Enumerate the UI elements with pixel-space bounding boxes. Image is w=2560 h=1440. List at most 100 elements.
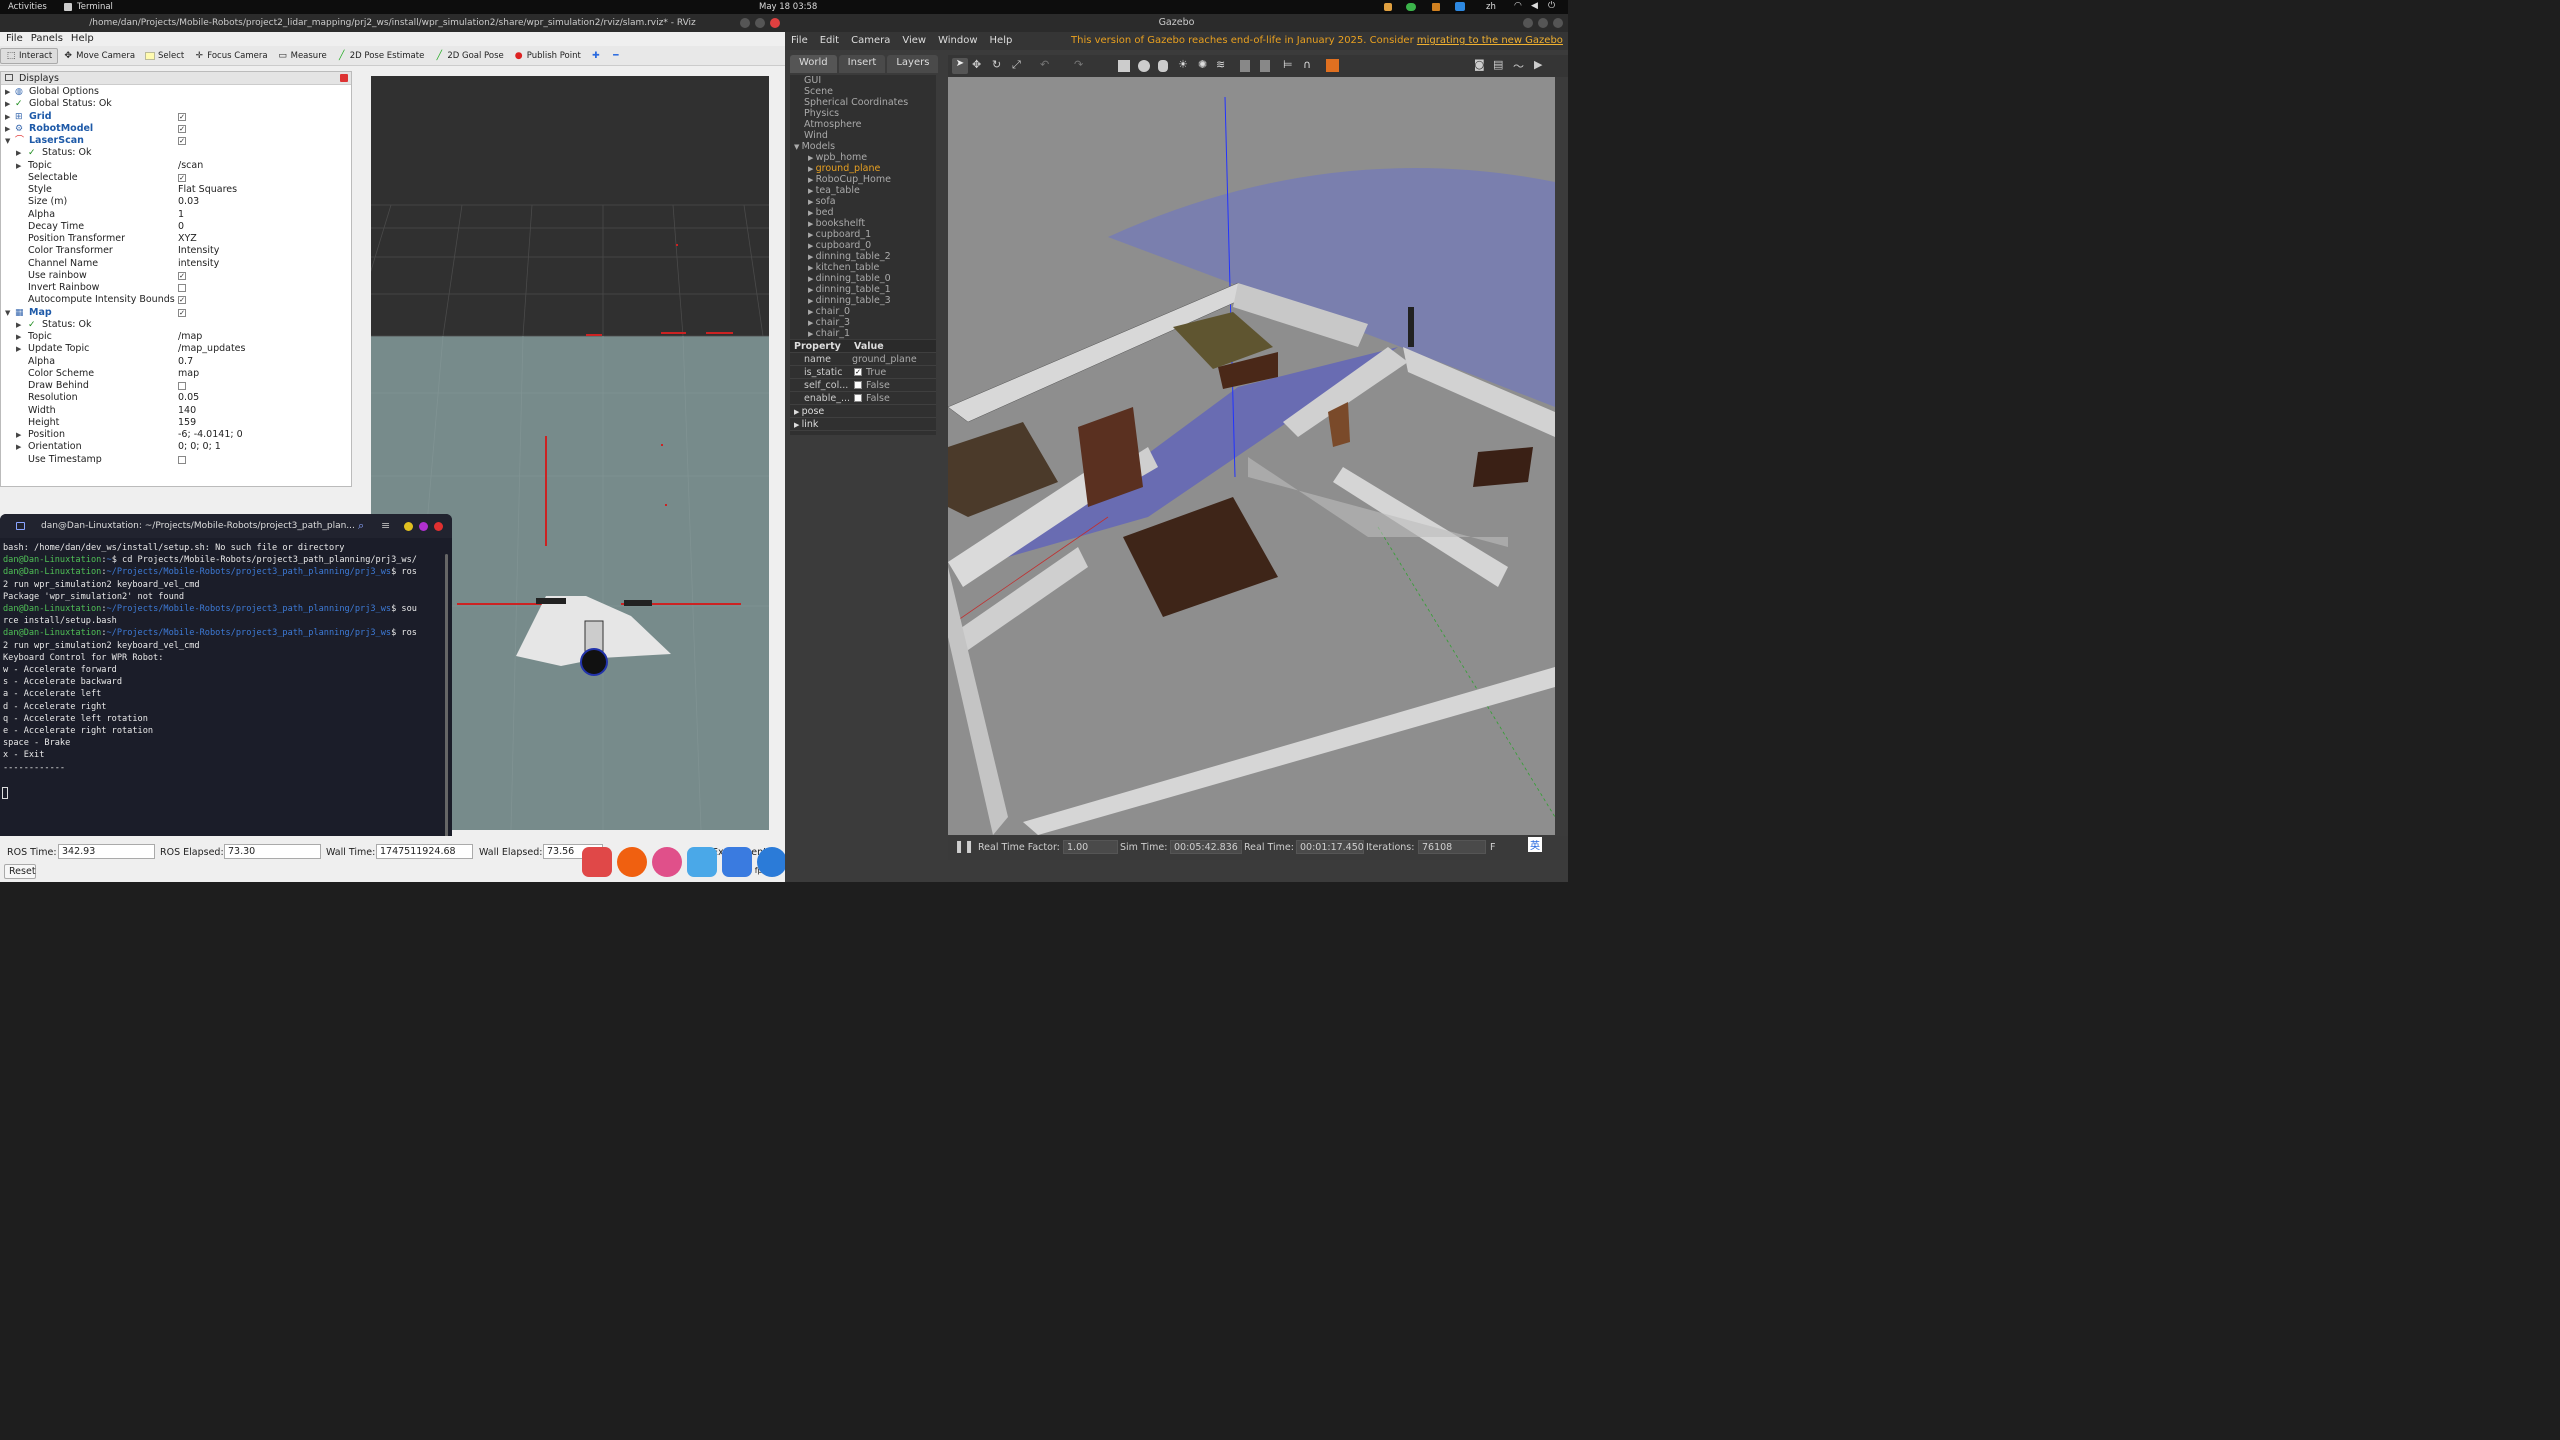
align-icon[interactable]: ⊨ [1283, 58, 1293, 71]
display-checkbox[interactable] [178, 455, 186, 464]
display-checkbox[interactable] [178, 284, 186, 292]
expand-arrow-icon[interactable]: ▶ [808, 297, 816, 305]
expand-arrow-icon[interactable]: ▶ [808, 231, 816, 239]
input-language[interactable]: zh [1486, 2, 1496, 12]
expand-arrow-icon[interactable]: ▶ [808, 198, 816, 206]
expand-arrow-icon[interactable]: ▶ [808, 264, 816, 272]
world-tree-item[interactable]: Atmosphere [790, 119, 936, 130]
new-tab-icon[interactable] [16, 522, 25, 530]
translate-mode-icon[interactable]: ✥ [972, 58, 981, 71]
display-row-value[interactable]: map [178, 368, 199, 380]
copy-icon[interactable] [1240, 60, 1250, 72]
cylinder-shape-icon[interactable] [1158, 60, 1168, 72]
property-checkbox[interactable] [854, 394, 862, 402]
app-icon-5[interactable] [722, 847, 752, 877]
property-row[interactable]: is_static ✓ True [790, 366, 936, 379]
display-row-value[interactable]: 0; 0; 0; 1 [178, 441, 221, 453]
vscode-app-icon[interactable] [757, 847, 787, 877]
menu-edit[interactable]: Edit [820, 32, 839, 50]
directional-light-icon[interactable]: ≋ [1216, 58, 1225, 71]
display-checkbox[interactable] [178, 382, 186, 390]
world-tree-item[interactable]: ▼ Models [790, 141, 936, 152]
tool-select[interactable]: Select [140, 48, 189, 64]
menu-panels[interactable]: Panels [31, 32, 63, 46]
calendar-app-icon[interactable] [582, 847, 612, 877]
select-mode-icon[interactable]: ➤ [952, 58, 968, 74]
expand-arrow-icon[interactable]: ▶ [808, 319, 816, 327]
tray-icon-4[interactable] [1455, 2, 1465, 11]
clock[interactable]: May 18 03:58 [759, 2, 817, 12]
expand-arrow-icon[interactable]: ▶ [808, 275, 816, 283]
expand-arrow-icon[interactable]: ▶ [5, 98, 10, 110]
world-tree-item[interactable]: Spherical Coordinates [790, 97, 936, 108]
box-shape-icon[interactable] [1118, 60, 1130, 72]
expand-arrow-icon[interactable]: ▶ [16, 343, 21, 355]
terminal-scrollbar[interactable] [445, 554, 448, 836]
app-icon-2[interactable] [617, 847, 647, 877]
expand-arrow-icon[interactable]: ▶ [16, 441, 21, 453]
expand-arrow-icon[interactable]: ▶ [808, 220, 816, 228]
display-row-value[interactable]: 0 [178, 221, 184, 233]
active-app-label[interactable]: Terminal [77, 2, 113, 12]
world-tree[interactable]: GUI Scene Spherical Coordinates Physics Atmo… [790, 75, 936, 339]
search-icon[interactable]: ⌕ [358, 514, 364, 538]
expand-arrow-icon[interactable]: ▶ [16, 147, 21, 159]
volume-icon[interactable]: ◀ [1531, 1, 1538, 11]
display-checkbox[interactable]: ✓ [178, 137, 186, 145]
world-tree-item[interactable]: GUI [790, 75, 936, 86]
rotate-mode-icon[interactable]: ↻ [992, 58, 1001, 71]
model-tree-item[interactable]: ▶ ground_plane [790, 163, 936, 174]
tool-focus-camera[interactable]: ✛ Focus Camera [189, 48, 272, 64]
expand-arrow-icon[interactable]: ▶ [16, 319, 21, 331]
expand-arrow-icon[interactable]: ▶ [16, 331, 21, 343]
tool-2d-pose-estimate[interactable]: ╱ 2D Pose Estimate [332, 48, 430, 64]
display-row-value[interactable]: /map_updates [178, 343, 245, 355]
undo-icon[interactable]: ↶ [1040, 58, 1049, 71]
tray-icon-1[interactable] [1384, 3, 1392, 11]
video-icon[interactable]: ▶ [1534, 58, 1542, 71]
property-row[interactable]: self_col... False [790, 379, 936, 392]
power-icon[interactable]: ⏻ [1548, 1, 1555, 11]
plot-icon[interactable]: 〜 [1513, 58, 1524, 74]
wall-time-field[interactable]: 1747511924.68 [376, 844, 473, 859]
display-row-value[interactable]: 0.05 [178, 392, 199, 404]
sphere-shape-icon[interactable] [1138, 60, 1150, 72]
expand-arrow-icon[interactable]: ▶ [5, 111, 10, 123]
activities-button[interactable]: Activities [8, 2, 47, 12]
expand-arrow-icon[interactable]: ▶ [794, 408, 802, 416]
property-row[interactable]: enable_... False [790, 392, 936, 405]
terminal-output[interactable]: bash: /home/dan/dev_ws/install/setup.sh:… [0, 538, 452, 778]
terminal-window[interactable]: dan@Dan-Linuxtation: ~/Projects/Mobile-R… [0, 514, 452, 836]
wechat-tray-icon[interactable] [1406, 3, 1416, 11]
tool-move-camera[interactable]: ✥ Move Camera [58, 48, 140, 64]
expand-arrow-icon[interactable]: ▶ [808, 154, 816, 162]
display-row-value[interactable]: /scan [178, 160, 203, 172]
display-checkbox[interactable]: ✓ [178, 308, 186, 317]
browser-app-icon[interactable] [652, 847, 682, 877]
model-tree-item[interactable]: ▶ dinning_table_1 [790, 284, 936, 295]
tab-world[interactable]: World [790, 55, 837, 73]
world-tree-item[interactable]: Physics [790, 108, 936, 119]
model-tree-item[interactable]: ▶ cupboard_0 [790, 240, 936, 251]
minimize-button[interactable] [404, 522, 413, 531]
menu-file[interactable]: File [791, 32, 808, 50]
menu-icon[interactable]: ≡ [381, 514, 390, 538]
display-row-value[interactable]: 1 [178, 209, 184, 221]
tool-measure[interactable]: ▭ Measure [273, 48, 332, 64]
scale-mode-icon[interactable]: ⤢ [1012, 58, 1021, 72]
display-checkbox[interactable]: ✓ [178, 124, 186, 133]
display-row-value[interactable]: 0.03 [178, 196, 199, 208]
model-tree-item[interactable]: ▶ RoboCup_Home [790, 174, 936, 185]
property-group[interactable]: ▶ pose [790, 405, 936, 418]
display-row-value[interactable]: Flat Squares [178, 184, 237, 196]
ros-time-field[interactable]: 342.93 [58, 844, 155, 859]
collapse-arrow-icon[interactable]: ▼ [5, 307, 10, 319]
expand-arrow-icon[interactable]: ▶ [16, 429, 21, 441]
maximize-button[interactable] [1538, 18, 1548, 28]
log-icon[interactable]: ▤ [1493, 58, 1503, 71]
display-row-value[interactable]: -6; -4.0141; 0 [178, 429, 243, 441]
expand-arrow-icon[interactable]: ▶ [808, 242, 816, 250]
menu-camera[interactable]: Camera [851, 32, 890, 50]
display-row-value[interactable]: intensity [178, 258, 219, 270]
spot-light-icon[interactable]: ✺ [1198, 58, 1207, 71]
